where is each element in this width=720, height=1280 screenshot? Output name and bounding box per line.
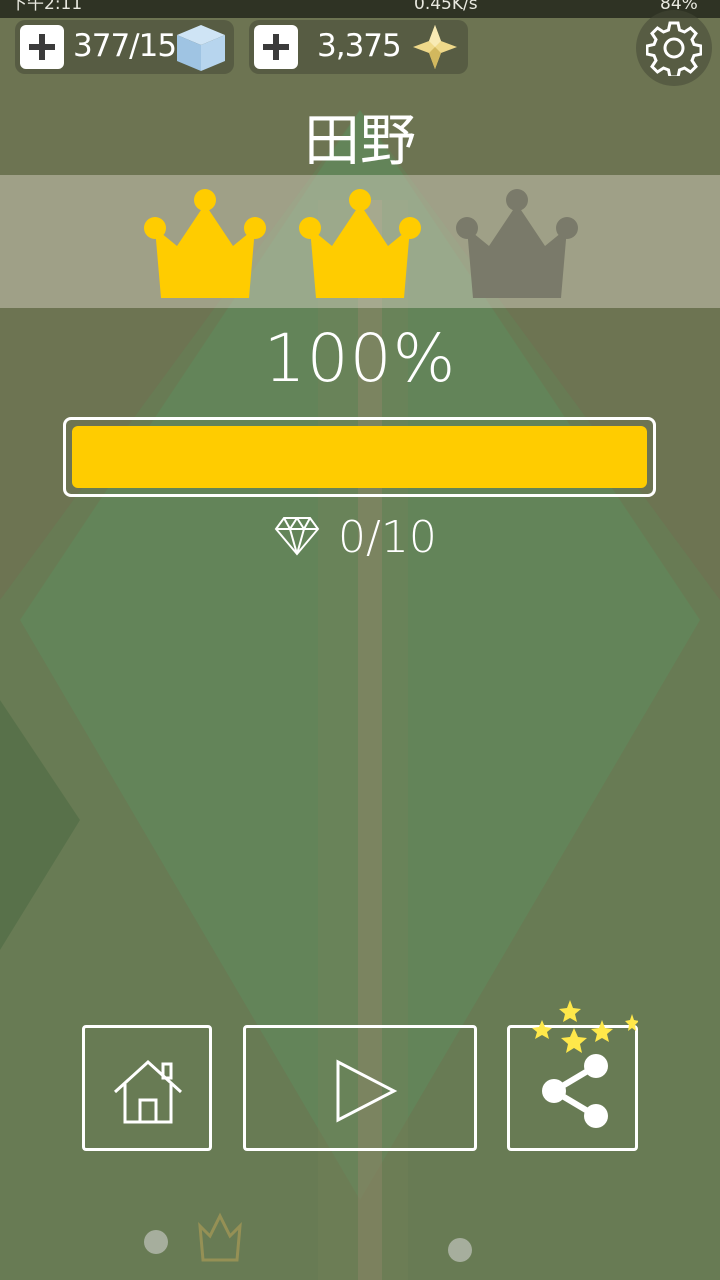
gear-icon	[646, 21, 702, 76]
add-cubes-button[interactable]	[20, 25, 64, 69]
add-gems-button[interactable]	[254, 25, 298, 69]
status-time: 下午2:11	[10, 0, 83, 14]
cube-icon	[177, 25, 225, 71]
play-button[interactable]	[243, 1025, 477, 1151]
cubes-value: 377/15	[73, 28, 177, 64]
completion-percent: 100%	[263, 320, 457, 397]
progress-fill	[72, 426, 647, 488]
level-title: 田野	[304, 109, 416, 174]
progress-bar	[63, 417, 656, 497]
crown-icon	[144, 189, 266, 298]
crown-icon-inactive	[456, 189, 578, 298]
gem-star-icon	[413, 25, 457, 69]
home-button[interactable]	[82, 1025, 212, 1151]
settings-button[interactable]	[636, 10, 712, 86]
sparkle-stars-icon	[532, 1000, 638, 1053]
home-icon	[113, 1059, 183, 1124]
cubes-counter: 377/15	[15, 20, 234, 74]
status-network-speed: 0.45K/s	[414, 0, 478, 14]
status-bar: 下午2:11 0.45K/s 84%	[0, 0, 720, 18]
crown-icon	[299, 189, 421, 298]
share-icon	[542, 1054, 608, 1128]
play-icon	[336, 1059, 398, 1123]
share-button[interactable]	[507, 1000, 638, 1151]
crown-decoration-icon	[198, 1212, 242, 1262]
diamond-icon	[274, 517, 320, 556]
gems-counter: 3,375	[249, 20, 468, 74]
diamond-count: 0/10	[338, 512, 437, 563]
gems-value: 3,375	[317, 28, 402, 64]
